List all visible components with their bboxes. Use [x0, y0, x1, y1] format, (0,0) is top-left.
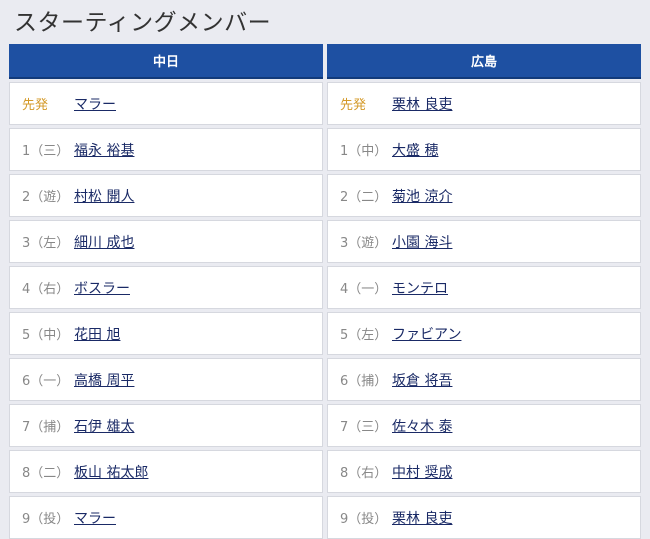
- lineup-row: 5（中） 花田 旭: [9, 312, 323, 355]
- player-link[interactable]: 菊池 涼介: [392, 186, 452, 206]
- batting-order: 4（一）: [340, 282, 388, 297]
- player-link[interactable]: マラー: [74, 94, 116, 114]
- batting-order: 1（三）: [22, 144, 70, 159]
- player-link[interactable]: 福永 裕基: [74, 140, 134, 160]
- batting-order: 8（二）: [22, 466, 70, 481]
- lineup-row: 2（遊） 村松 開人: [9, 174, 323, 217]
- batting-order: 9（投）: [22, 512, 70, 527]
- batting-order: 4（右）: [22, 282, 70, 297]
- batting-order: 5（左）: [340, 328, 388, 343]
- lineup-row: 3（遊） 小園 海斗: [327, 220, 641, 263]
- player-link[interactable]: 高橋 周平: [74, 370, 134, 390]
- batting-order: 2（二）: [340, 190, 388, 205]
- player-link[interactable]: 栗林 良吏: [392, 508, 452, 528]
- lineup-row-starter: 先発 栗林 良吏: [327, 82, 641, 125]
- lineup-row: 6（捕） 坂倉 将吾: [327, 358, 641, 401]
- team-column-away: 広島 先発 栗林 良吏 1（中） 大盛 穂 2（二） 菊池 涼介 3（遊） 小園…: [327, 44, 641, 539]
- player-link[interactable]: 栗林 良吏: [392, 94, 452, 114]
- player-link[interactable]: 村松 開人: [74, 186, 134, 206]
- lineup-row: 2（二） 菊池 涼介: [327, 174, 641, 217]
- lineup-row: 7（三） 佐々木 泰: [327, 404, 641, 447]
- player-link[interactable]: 小園 海斗: [392, 232, 452, 252]
- batting-order: 7（捕）: [22, 420, 70, 435]
- batting-order: 2（遊）: [22, 190, 70, 205]
- player-link[interactable]: ボスラー: [74, 278, 130, 298]
- lineup-row: 7（捕） 石伊 雄太: [9, 404, 323, 447]
- lineup-row: 8（二） 板山 祐太郎: [9, 450, 323, 493]
- player-link[interactable]: 大盛 穂: [392, 140, 438, 160]
- player-link[interactable]: 中村 奨成: [392, 462, 452, 482]
- batting-order: 1（中）: [340, 144, 388, 159]
- batting-order: 9（投）: [340, 512, 388, 527]
- page-title: スターティングメンバー: [14, 10, 272, 36]
- lineup-row-starter: 先発 マラー: [9, 82, 323, 125]
- player-link[interactable]: 石伊 雄太: [74, 416, 134, 436]
- lineup-row: 3（左） 細川 成也: [9, 220, 323, 263]
- lineup-row: 6（一） 高橋 周平: [9, 358, 323, 401]
- batting-order: 先発: [340, 98, 367, 113]
- batting-order: 先発: [22, 98, 49, 113]
- batting-order: 3（遊）: [340, 236, 388, 251]
- batting-order: 5（中）: [22, 328, 70, 343]
- lineup-row: 4（右） ボスラー: [9, 266, 323, 309]
- batting-order: 3（左）: [22, 236, 70, 251]
- player-link[interactable]: モンテロ: [392, 278, 448, 298]
- player-link[interactable]: 佐々木 泰: [392, 416, 452, 436]
- batting-order: 7（三）: [340, 420, 388, 435]
- player-link[interactable]: 花田 旭: [74, 324, 120, 344]
- lineup-row: 9（投） マラー: [9, 496, 323, 539]
- lineup-row: 8（右） 中村 奨成: [327, 450, 641, 493]
- batting-order: 6（一）: [22, 374, 70, 389]
- team-column-home: 中日 先発 マラー 1（三） 福永 裕基 2（遊） 村松 開人 3（左） 細川 …: [9, 44, 323, 539]
- lineup-row: 1（三） 福永 裕基: [9, 128, 323, 171]
- lineup-row: 5（左） ファビアン: [327, 312, 641, 355]
- player-link[interactable]: ファビアン: [392, 324, 461, 344]
- lineup-row: 9（投） 栗林 良吏: [327, 496, 641, 539]
- starting-lineup-table: 中日 先発 マラー 1（三） 福永 裕基 2（遊） 村松 開人 3（左） 細川 …: [9, 44, 641, 539]
- player-link[interactable]: 細川 成也: [74, 232, 134, 252]
- batting-order: 8（右）: [340, 466, 388, 481]
- player-link[interactable]: 坂倉 将吾: [392, 370, 452, 390]
- team-header: 中日: [9, 44, 323, 79]
- lineup-row: 4（一） モンテロ: [327, 266, 641, 309]
- team-header: 広島: [327, 44, 641, 79]
- player-link[interactable]: マラー: [74, 508, 116, 528]
- batting-order: 6（捕）: [340, 374, 388, 389]
- lineup-row: 1（中） 大盛 穂: [327, 128, 641, 171]
- player-link[interactable]: 板山 祐太郎: [74, 462, 148, 482]
